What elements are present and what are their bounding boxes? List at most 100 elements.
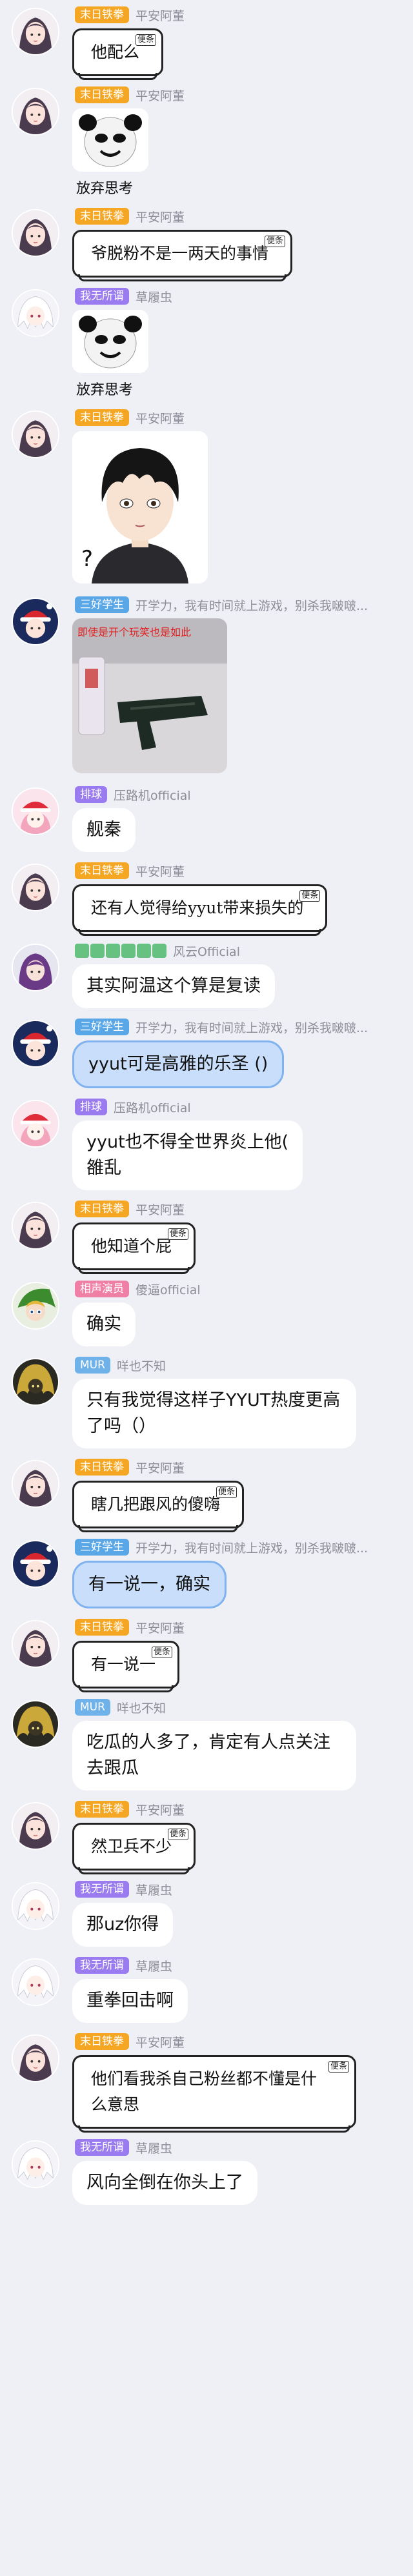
chat-message[interactable]: 末日铁拳 平安阿董 还有人觉得给yyut带来损失的 便条 (0, 856, 413, 936)
photo-image[interactable]: 即使是开个玩笑也是如此 (72, 618, 227, 773)
girl-avatar[interactable] (12, 8, 59, 56)
chat-message[interactable]: 末日铁拳 平安阿董 然卫兵不少 便条 (0, 1794, 413, 1874)
sender-name[interactable]: 平安阿董 (136, 2033, 185, 2051)
pink-avatar[interactable] (12, 1100, 59, 1148)
message-body: 确实 (72, 1303, 413, 1346)
message-bubble[interactable]: 然卫兵不少 便条 (72, 1823, 196, 1874)
message-text: yyut也不得全世界炎上他( (86, 1132, 289, 1152)
message-bubble[interactable]: 瞎几把跟风的傻嗨 便条 (72, 1481, 245, 1532)
chat-message[interactable]: 我无所谓 草履虫 放弃思考 (0, 281, 413, 403)
sender-name[interactable]: 平安阿董 (136, 86, 185, 104)
message-bubble[interactable]: 爷脱粉不是一两天的事情 便条 (72, 230, 293, 281)
sender-name[interactable]: 草履虫 (136, 2139, 172, 2156)
message-bubble[interactable]: 舰秦 (72, 808, 136, 852)
sender-name[interactable]: 草履虫 (136, 288, 172, 305)
white-hair-avatar[interactable] (12, 2140, 59, 2188)
chat-message[interactable]: 末日铁拳 平安阿董 放弃思考 (0, 80, 413, 201)
chat-message[interactable]: 三好学生 开学力，我有时间就上游戏，别杀我啵啵... yyut可是高雅的乐圣 () (0, 1012, 413, 1092)
anime-image[interactable]: ? (72, 431, 208, 583)
sender-name[interactable]: 咩也不知 (117, 1357, 166, 1374)
girl-avatar[interactable] (12, 209, 59, 257)
purple-avatar[interactable] (12, 944, 59, 991)
girl-avatar[interactable] (12, 2034, 59, 2082)
santa-avatar[interactable] (12, 1020, 59, 1068)
girl-avatar[interactable] (12, 864, 59, 911)
message-text: 还有人觉得给yyut带来损失的 (91, 898, 304, 917)
message-bubble[interactable]: 有一说一，确实 (72, 1561, 227, 1608)
chat-message[interactable]: 相声演员 傻逼official 确实 (0, 1274, 413, 1350)
dark-avatar[interactable] (12, 1358, 59, 1406)
chat-message[interactable]: 排球 压路机official 舰秦 (0, 780, 413, 856)
girl-avatar[interactable] (12, 1620, 59, 1668)
sender-name[interactable]: 开学力，我有时间就上游戏，别杀我啵啵... (136, 1539, 368, 1556)
chat-message[interactable]: 我无所谓 草履虫 那uz你得 (0, 1874, 413, 1951)
girl-avatar[interactable] (12, 88, 59, 136)
message-body: 爷脱粉不是一两天的事情 便条 (72, 230, 413, 281)
message-bubble[interactable]: yyut可是高雅的乐圣 () (72, 1040, 285, 1088)
girl-avatar[interactable] (12, 1802, 59, 1850)
chat-message[interactable]: 末日铁拳 平安阿董 爷脱粉不是一两天的事情 便条 (0, 201, 413, 281)
message-bubble[interactable]: 他配么 便条 (72, 28, 164, 80)
chat-message[interactable]: 我无所谓 草履虫 风向全倒在你头上了 (0, 2133, 413, 2209)
chat-message[interactable]: 末日铁拳 平安阿董 瞎几把跟风的傻嗨 便条 (0, 1452, 413, 1532)
santa-avatar[interactable] (12, 598, 59, 645)
dark-avatar[interactable] (12, 1700, 59, 1748)
message-bubble[interactable]: yyut也不得全世界炎上他(雒乱 (72, 1121, 303, 1190)
sender-name[interactable]: 平安阿董 (136, 409, 185, 427)
panda-face-sticker[interactable] (72, 108, 148, 172)
message-bubble[interactable]: 他知道个屁 便条 (72, 1222, 196, 1274)
pink-avatar[interactable] (12, 787, 59, 835)
message-text: 爷脱粉不是一两天的事情 (91, 244, 269, 263)
chat-message[interactable]: 我无所谓 草履虫 重拳回击啊 (0, 1951, 413, 2027)
message-body: 舰秦 (72, 808, 413, 852)
sender-name[interactable]: 平安阿董 (136, 1619, 185, 1636)
white-hair-avatar[interactable] (12, 289, 59, 337)
message-bubble[interactable]: 有一说一 便条 (72, 1641, 180, 1692)
message-bubble[interactable]: 他们看我杀自己粉丝都不懂是什么意思 便条 (72, 2055, 356, 2133)
white-hair-avatar[interactable] (12, 1882, 59, 1930)
chat-message[interactable]: 末日铁拳 平安阿董 他配么 便条 (0, 0, 413, 80)
sender-name[interactable]: 平安阿董 (136, 1459, 185, 1476)
sender-name[interactable]: 平安阿董 (136, 862, 185, 880)
chat-message[interactable]: 风云Official 其实阿温这个算是复读 (0, 936, 413, 1012)
chat-message[interactable]: 三好学生 开学力，我有时间就上游戏，别杀我啵啵... 有一说一，确实 (0, 1532, 413, 1612)
girl-avatar[interactable] (12, 411, 59, 458)
message-bubble[interactable]: 确实 (72, 1303, 136, 1346)
sender-name[interactable]: 平安阿董 (136, 1801, 185, 1818)
message-body: 那uz你得 (72, 1903, 413, 1947)
sender-name[interactable]: 咩也不知 (117, 1699, 166, 1716)
sender-name[interactable]: 风云Official (173, 942, 240, 960)
message-bubble[interactable]: 重拳回击啊 (72, 1979, 188, 2023)
chat-message[interactable]: 末日铁拳 平安阿董 有一说一 便条 (0, 1612, 413, 1692)
chat-message-list[interactable]: 末日铁拳 平安阿董 他配么 便条 末日铁拳 平安阿董 放弃思考 末日铁拳 平安阿董 爷脱粉不是一两… (0, 0, 413, 2209)
chat-message[interactable]: MUR 咩也不知 只有我觉得这样子YYUT热度更高了吗（） (0, 1350, 413, 1452)
chat-message[interactable]: 末日铁拳 平安阿董 他们看我杀自己粉丝都不懂是什么意思 便条 (0, 2027, 413, 2133)
chat-message[interactable]: 末日铁拳 平安阿董? (0, 403, 413, 590)
sender-name[interactable]: 草履虫 (136, 1957, 172, 1974)
girl-avatar[interactable] (12, 1202, 59, 1250)
message-bubble[interactable]: 那uz你得 (72, 1903, 174, 1947)
santa-avatar[interactable] (12, 1540, 59, 1588)
message-bubble[interactable]: 只有我觉得这样子YYUT热度更高了吗（） (72, 1379, 356, 1448)
sender-name[interactable]: 压路机official (114, 786, 191, 804)
girl-avatar[interactable] (12, 1460, 59, 1508)
sender-name[interactable]: 草履虫 (136, 1881, 172, 1898)
white-hair-avatar[interactable] (12, 1958, 59, 2006)
sender-name[interactable]: 开学力，我有时间就上游戏，别杀我啵啵... (136, 596, 368, 614)
chat-message[interactable]: 末日铁拳 平安阿董 他知道个屁 便条 (0, 1194, 413, 1274)
sender-name[interactable]: 傻逼official (136, 1281, 201, 1298)
chat-message[interactable]: 排球 压路机official yyut也不得全世界炎上他(雒乱 (0, 1092, 413, 1194)
sender-name[interactable]: 压路机official (114, 1099, 191, 1116)
panda-face-sticker[interactable] (72, 310, 148, 373)
sender-name[interactable]: 平安阿董 (136, 1201, 185, 1218)
sender-name[interactable]: 平安阿董 (136, 6, 185, 24)
sender-name[interactable]: 开学力，我有时间就上游戏，别杀我啵啵... (136, 1019, 368, 1036)
message-bubble[interactable]: 吃瓜的人多了，肯定有人点关注去跟瓜 (72, 1721, 356, 1790)
link-avatar[interactable] (12, 1282, 59, 1330)
chat-message[interactable]: MUR 咩也不知 吃瓜的人多了，肯定有人点关注去跟瓜 (0, 1692, 413, 1794)
message-bubble[interactable]: 风向全倒在你头上了 (72, 2161, 257, 2205)
sender-name[interactable]: 平安阿董 (136, 208, 185, 225)
message-bubble[interactable]: 其实阿温这个算是复读 (72, 964, 275, 1008)
message-bubble[interactable]: 还有人觉得给yyut带来损失的 便条 (72, 884, 328, 936)
chat-message[interactable]: 三好学生 开学力，我有时间就上游戏，别杀我啵啵... 即使是开个玩笑也是如此 (0, 590, 413, 780)
